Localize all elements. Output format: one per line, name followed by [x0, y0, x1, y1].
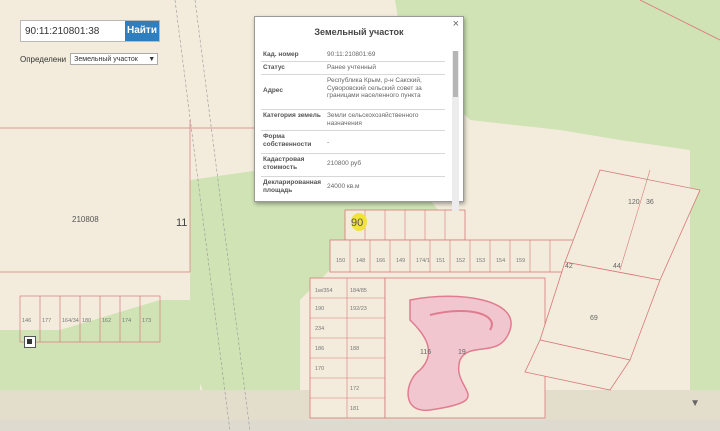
close-icon[interactable]: × [453, 19, 459, 30]
layers-icon[interactable] [24, 336, 36, 348]
parcel-label: 177 [42, 318, 51, 324]
parcel-label: 164/34 [62, 318, 79, 324]
parcel-label: 184/85 [350, 288, 367, 294]
row-key: Кад. номер [263, 51, 299, 58]
row-value: Земли сельскохозяйственного назначения [327, 112, 419, 127]
info-row-ownership: Форма собственности - [261, 131, 445, 154]
parcel-label: 146 [22, 318, 31, 324]
parcel-label: 192/23 [350, 306, 367, 312]
parcel-label: 153 [476, 258, 485, 264]
info-row-address: Адрес Республика Крым, р-н Сакский, Суво… [261, 75, 445, 110]
search-button[interactable]: Найти [125, 21, 159, 41]
selected-parcel-marker: 90 [351, 213, 367, 231]
parcel-label: 154 [496, 258, 505, 264]
parcel-label-big: 44 [613, 263, 621, 270]
row-value: 90:11:210801:69 [327, 51, 376, 58]
parcel-label-big: 120 [628, 199, 640, 206]
row-value: Республика Крым, р-н Сакский, Суворовски… [327, 77, 422, 99]
chevron-down-icon: ▼ [148, 56, 156, 63]
parcel-label: 186 [315, 346, 324, 352]
object-type-select[interactable]: Земельный участок ▼ [70, 53, 159, 65]
row-key: Статус [263, 64, 285, 71]
parcel-label: 166 [376, 258, 385, 264]
row-value: 24000 кв.м [327, 183, 360, 190]
parcel-label-big: 116 [420, 349, 431, 356]
parcel-label: 188 [350, 346, 359, 352]
parcel-label-big: 19 [458, 349, 466, 356]
parcel-label-big: 69 [590, 315, 598, 322]
define-row: Определени Земельный участок ▼ [20, 52, 159, 66]
parcel-label: 159 [516, 258, 525, 264]
parcel-label: 234 [315, 326, 324, 332]
parcel-label: 170 [315, 366, 324, 372]
parcel-label: 148 [356, 258, 365, 264]
parcel-label: 174 [122, 318, 131, 324]
popup-scrollbar[interactable] [452, 51, 459, 211]
scrollbar-thumb[interactable] [453, 51, 458, 97]
popup-title: Земельный участок [314, 27, 404, 37]
info-row-status: Статус Ранее учтенный [261, 62, 445, 75]
parcel-label: 151 [436, 258, 445, 264]
select-value: Земельный участок [74, 56, 138, 63]
block-label: 210808 [72, 215, 99, 224]
parcel-label-big: 42 [565, 263, 573, 270]
define-label: Определени [20, 54, 67, 64]
info-row-cadastral-value: Кадастровая стоимость 210800 руб [261, 154, 445, 177]
row-key: Форма собственности [263, 133, 312, 148]
marker-label: 90 [351, 217, 363, 229]
quarter-label: 11 [176, 217, 187, 229]
row-value: Ранее учтенный [327, 64, 376, 71]
parcel-label: 150 [336, 258, 345, 264]
info-row-declared-area: Декларированная площадь 24000 кв.м [261, 177, 445, 197]
search-input[interactable] [21, 21, 125, 41]
parcel-label: 174/1 [416, 258, 430, 264]
parcel-label: 149 [396, 258, 405, 264]
parcel-label: 172 [350, 386, 359, 392]
parcel-label: 162 [102, 318, 111, 324]
parcel-info-popup: Земельный участок × Кад. номер 90:11:210… [254, 16, 464, 211]
parcel-label: 181 [350, 406, 359, 412]
row-value: 210800 руб [327, 160, 362, 167]
row-key: Кадастровая стоимость [263, 156, 305, 171]
popup-body: Кад. номер 90:11:210801:69 Статус Ранее … [261, 49, 445, 197]
row-key: Категория земель [263, 112, 321, 119]
parcel-label: 173 [142, 318, 151, 324]
parcel-label: 152 [456, 258, 465, 264]
parcel-label: 1м/354 [315, 288, 333, 294]
arrow-down-icon[interactable]: ▼ [690, 398, 700, 409]
parcel-label: 180 [82, 318, 91, 324]
search-box: Найти [20, 20, 160, 42]
row-key: Адрес [263, 87, 283, 94]
info-row-cadastral-number: Кад. номер 90:11:210801:69 [261, 49, 445, 62]
parcel-label-big: 36 [646, 199, 654, 206]
parcel-label: 190 [315, 306, 324, 312]
info-row-land-category: Категория земель Земли сельскохозяйствен… [261, 110, 445, 131]
map-edge [0, 420, 720, 431]
row-value: - [327, 139, 330, 146]
row-key: Декларированная площадь [263, 179, 322, 194]
